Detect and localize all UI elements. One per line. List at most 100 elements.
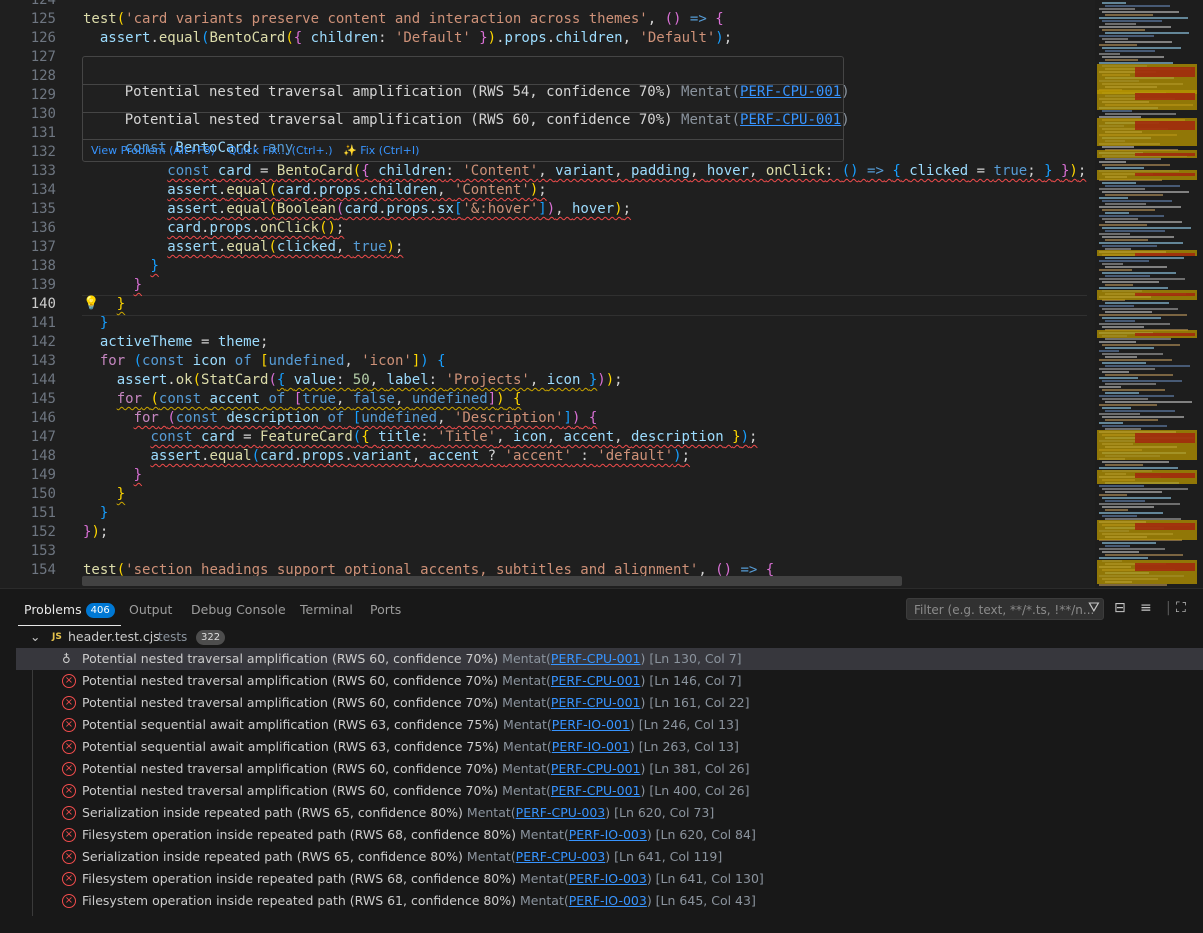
code-line[interactable]: 153: [0, 542, 1095, 561]
collapse-all-icon[interactable]: ⊟: [1114, 600, 1126, 616]
code-text[interactable]: }: [83, 276, 142, 295]
code-text[interactable]: }: [83, 504, 108, 523]
problem-row[interactable]: × Potential nested traversal amplificatio…: [16, 692, 1203, 714]
rule-link[interactable]: PERF-IO-003: [569, 893, 647, 908]
maximize-panel-icon[interactable]: ⛶: [1176, 600, 1186, 616]
problem-message: Potential nested traversal amplification…: [82, 651, 742, 666]
problem-row[interactable]: × Filesystem operation inside repeated pa…: [16, 890, 1203, 912]
problem-row[interactable]: × Filesystem operation inside repeated pa…: [16, 868, 1203, 890]
code-text[interactable]: }: [83, 466, 142, 485]
tab-terminal[interactable]: Terminal: [300, 598, 353, 622]
problem-row[interactable]: × Potential nested traversal amplificatio…: [16, 780, 1203, 802]
code-line[interactable]: 124: [0, 0, 1095, 10]
problem-row[interactable]: ♁ Potential nested traversal amplificatio…: [16, 648, 1203, 670]
code-line[interactable]: 136 card.props.onClick();: [0, 219, 1095, 238]
problem-row[interactable]: × Serialization inside repeated path (RWS…: [16, 802, 1203, 824]
code-text[interactable]: assert.equal(card.props.variant, accent …: [83, 447, 690, 466]
code-line[interactable]: 151 }: [0, 504, 1095, 523]
tab-ports[interactable]: Ports: [370, 598, 401, 622]
quick-fix-link[interactable]: Quick Fix... (Ctrl+.): [228, 144, 333, 157]
code-text[interactable]: assert.equal(Boolean(card.props.sx['&:ho…: [83, 200, 631, 219]
code-line[interactable]: 140 }: [0, 295, 1095, 314]
code-line[interactable]: 135 assert.equal(Boolean(card.props.sx['…: [0, 200, 1095, 219]
code-line[interactable]: 141 }: [0, 314, 1095, 333]
rule-link[interactable]: PERF-CPU-001: [740, 112, 841, 128]
code-text[interactable]: assert.ok(StatCard({ value: 50, label: '…: [83, 371, 623, 390]
problem-row[interactable]: × Potential nested traversal amplificatio…: [16, 758, 1203, 780]
fix-link[interactable]: ✨ Fix (Ctrl+I): [343, 144, 419, 157]
code-text[interactable]: card.props.onClick();: [83, 219, 344, 238]
minimap-line: [1105, 491, 1162, 493]
tab-problems[interactable]: Problems 406: [18, 598, 121, 626]
code-line[interactable]: 150 }: [0, 485, 1095, 504]
view-problem-link[interactable]: View Problem (Alt+F8): [91, 144, 215, 157]
minimap-line: [1105, 374, 1173, 376]
code-text[interactable]: for (const description of [undefined, 'D…: [83, 409, 598, 428]
problem-row[interactable]: × Filesystem operation inside repeated pa…: [16, 824, 1203, 846]
lightbulb-icon[interactable]: 💡: [83, 297, 99, 311]
rule-link[interactable]: PERF-CPU-001: [551, 783, 641, 798]
code-line[interactable]: 134 assert.equal(card.props.children, 'C…: [0, 181, 1095, 200]
code-line[interactable]: 133 const card = BentoCard({ children: '…: [0, 162, 1095, 181]
minimap-line: [1099, 548, 1165, 550]
code-text[interactable]: }: [83, 485, 125, 504]
code-text[interactable]: activeTheme = theme;: [83, 333, 269, 352]
rule-link[interactable]: PERF-CPU-001: [551, 651, 641, 666]
code-line[interactable]: 143 for (const icon of [undefined, 'icon…: [0, 352, 1095, 371]
horizontal-scrollbar[interactable]: [82, 576, 902, 586]
code-line[interactable]: 139 }: [0, 276, 1095, 295]
code-text[interactable]: assert.equal(BentoCard({ children: 'Defa…: [83, 29, 732, 48]
chevron-down-icon[interactable]: ⌄: [30, 626, 40, 648]
rule-link[interactable]: PERF-CPU-001: [551, 761, 641, 776]
minimap-line: [1102, 398, 1148, 400]
file-group-header[interactable]: ⌄ JS header.test.cjs tests 322: [0, 626, 1203, 648]
code-text[interactable]: const card = BentoCard({ children: 'Cont…: [83, 162, 1086, 181]
code-line[interactable]: 152});: [0, 523, 1095, 542]
rule-link[interactable]: PERF-IO-001: [552, 739, 630, 754]
code-text[interactable]: for (const icon of [undefined, 'icon']) …: [83, 352, 446, 371]
code-text[interactable]: assert.equal(clicked, true);: [83, 238, 403, 257]
code-line[interactable]: 145 for (const accent of [true, false, u…: [0, 390, 1095, 409]
minimap-error-block: [1135, 153, 1195, 156]
code-text[interactable]: }: [83, 314, 108, 333]
minimap[interactable]: [1095, 0, 1203, 588]
problem-row[interactable]: × Potential sequential await amplificatio…: [16, 736, 1203, 758]
code-line[interactable]: 126 assert.equal(BentoCard({ children: '…: [0, 29, 1095, 48]
code-text[interactable]: }: [83, 257, 158, 276]
rule-link[interactable]: PERF-IO-003: [569, 827, 647, 842]
tab-debug-console[interactable]: Debug Console: [191, 598, 286, 622]
code-text[interactable]: });: [83, 523, 108, 542]
problem-row[interactable]: × Serialization inside repeated path (RWS…: [16, 846, 1203, 868]
code-line[interactable]: 138 }: [0, 257, 1095, 276]
problem-row[interactable]: × Potential sequential await amplificatio…: [16, 714, 1203, 736]
code-line[interactable]: 137 assert.equal(clicked, true);: [0, 238, 1095, 257]
code-text[interactable]: test('card variants preserve content and…: [83, 10, 724, 29]
code-text[interactable]: assert.equal(card.props.children, 'Conte…: [83, 181, 546, 200]
rule-link[interactable]: PERF-CPU-001: [551, 695, 641, 710]
minimap-line: [1105, 194, 1163, 196]
code-line[interactable]: 148 assert.equal(card.props.variant, acc…: [0, 447, 1095, 466]
minimap-line: [1105, 401, 1192, 403]
code-text[interactable]: const card = FeatureCard({ title: 'Title…: [83, 428, 757, 447]
filter-input[interactable]: Filter (e.g. text, **/*.ts, !**/n...: [906, 598, 1104, 620]
view-as-list-icon[interactable]: ≡: [1140, 600, 1152, 616]
rule-link[interactable]: PERF-CPU-003: [516, 849, 606, 864]
line-number: 144: [30, 372, 56, 388]
rule-link[interactable]: PERF-CPU-001: [551, 673, 641, 688]
rule-link[interactable]: PERF-IO-001: [552, 717, 630, 732]
minimap-line: [1105, 32, 1189, 34]
filter-icon[interactable]: ⛛: [1088, 600, 1100, 616]
tab-output[interactable]: Output: [129, 598, 172, 622]
code-line[interactable]: 142 activeTheme = theme;: [0, 333, 1095, 352]
code-line[interactable]: 125 test('card variants preserve content …: [0, 10, 1095, 29]
code-line[interactable]: 144 assert.ok(StatCard({ value: 50, labe…: [0, 371, 1095, 390]
code-text[interactable]: for (const accent of [true, false, undef…: [83, 390, 522, 409]
rule-link[interactable]: PERF-IO-003: [569, 871, 647, 886]
code-line[interactable]: 146 for (const description of [undefined…: [0, 409, 1095, 428]
line-number: 147: [30, 429, 56, 445]
code-line[interactable]: 147 const card = FeatureCard({ title: 'T…: [0, 428, 1095, 447]
problem-row[interactable]: × Potential nested traversal amplificatio…: [16, 670, 1203, 692]
code-line[interactable]: 149 }: [0, 466, 1095, 485]
line-number: 125: [30, 11, 56, 27]
rule-link[interactable]: PERF-CPU-003: [516, 805, 606, 820]
